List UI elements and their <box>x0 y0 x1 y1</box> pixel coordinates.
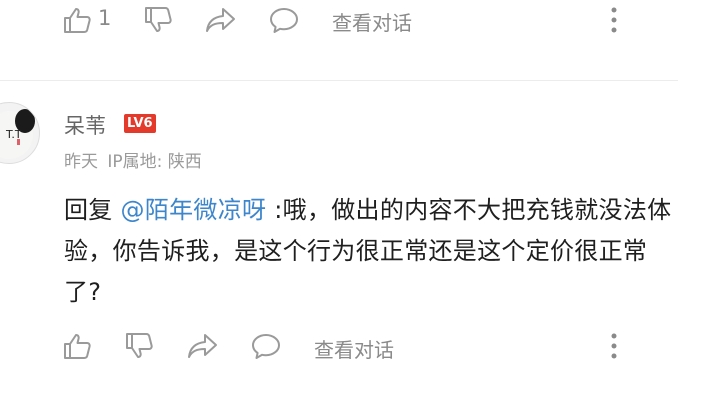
view-conversation-link[interactable]: 查看对话 <box>314 334 394 363</box>
comment-meta: 昨天 IP属地: 陕西 <box>64 147 202 172</box>
like-count: 1 <box>98 6 112 30</box>
more-options-icon[interactable] <box>609 6 619 34</box>
more-options-icon[interactable] <box>609 332 619 360</box>
thumbs-up-icon[interactable] <box>62 5 92 35</box>
reply-prefix: 回复 <box>64 196 121 224</box>
thumbs-down-icon[interactable] <box>124 331 154 361</box>
share-icon[interactable] <box>205 6 237 34</box>
comment-body: 回复 @陌年微凉呀 :哦，做出的内容不大把充钱就没法体验，你告诉我，是这个行为很… <box>64 190 674 313</box>
mention-link[interactable]: @陌年微凉呀 <box>121 196 267 224</box>
share-icon[interactable] <box>187 332 219 360</box>
view-conversation-link[interactable]: 查看对话 <box>332 7 412 36</box>
panda-face-icon: T.T <box>0 109 35 159</box>
level-badge: LV6 <box>124 114 156 133</box>
username[interactable]: 呆苇 <box>64 110 106 140</box>
comment-time: 昨天 <box>64 152 98 172</box>
thumbs-up-icon[interactable] <box>62 331 92 361</box>
thumbs-down-icon[interactable] <box>143 5 173 35</box>
comment-icon[interactable] <box>250 332 282 360</box>
comment-divider <box>0 80 678 81</box>
avatar[interactable]: T.T <box>0 102 40 164</box>
comment-icon[interactable] <box>268 6 300 34</box>
ip-location: IP属地: 陕西 <box>107 152 202 172</box>
